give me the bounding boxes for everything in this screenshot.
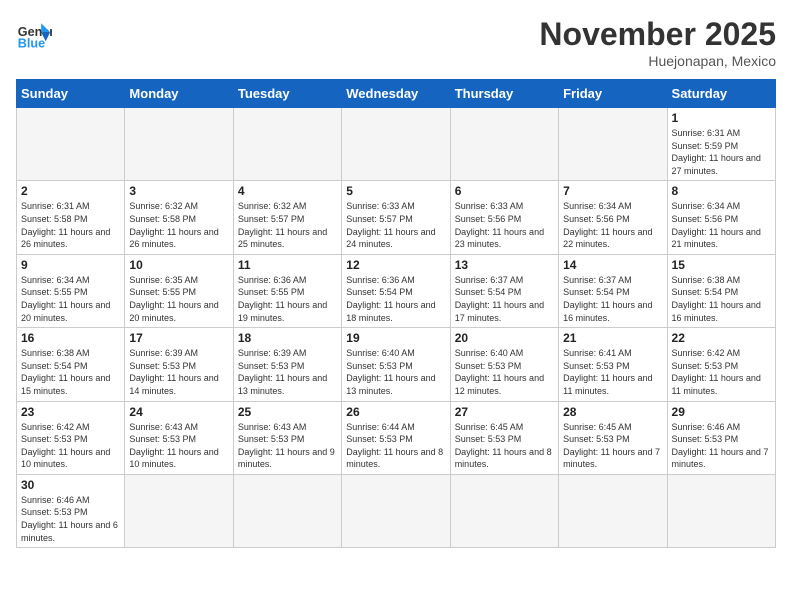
day-15: 15 Sunrise: 6:38 AM Sunset: 5:54 PM Dayl…: [667, 254, 775, 327]
logo: General Blue: [16, 16, 52, 52]
empty-cell: [559, 474, 667, 547]
day-1: 1 Sunrise: 6:31 AM Sunset: 5:59 PM Dayli…: [667, 108, 775, 181]
day-25: 25 Sunrise: 6:43 AM Sunset: 5:53 PM Dayl…: [233, 401, 341, 474]
day-17: 17 Sunrise: 6:39 AM Sunset: 5:53 PM Dayl…: [125, 328, 233, 401]
empty-cell: [559, 108, 667, 181]
col-friday: Friday: [559, 80, 667, 108]
day-22: 22 Sunrise: 6:42 AM Sunset: 5:53 PM Dayl…: [667, 328, 775, 401]
day-14: 14 Sunrise: 6:37 AM Sunset: 5:54 PM Dayl…: [559, 254, 667, 327]
calendar-row-6: 30 Sunrise: 6:46 AM Sunset: 5:53 PM Dayl…: [17, 474, 776, 547]
calendar-row-5: 23 Sunrise: 6:42 AM Sunset: 5:53 PM Dayl…: [17, 401, 776, 474]
day-28: 28 Sunrise: 6:45 AM Sunset: 5:53 PM Dayl…: [559, 401, 667, 474]
empty-cell: [450, 108, 558, 181]
calendar-row-4: 16 Sunrise: 6:38 AM Sunset: 5:54 PM Dayl…: [17, 328, 776, 401]
day-5: 5 Sunrise: 6:33 AM Sunset: 5:57 PM Dayli…: [342, 181, 450, 254]
logo-icon: General Blue: [16, 16, 52, 52]
empty-cell: [233, 474, 341, 547]
col-saturday: Saturday: [667, 80, 775, 108]
empty-cell: [125, 474, 233, 547]
day-19: 19 Sunrise: 6:40 AM Sunset: 5:53 PM Dayl…: [342, 328, 450, 401]
day-9: 9 Sunrise: 6:34 AM Sunset: 5:55 PM Dayli…: [17, 254, 125, 327]
day-13: 13 Sunrise: 6:37 AM Sunset: 5:54 PM Dayl…: [450, 254, 558, 327]
empty-cell: [667, 474, 775, 547]
weekday-header-row: Sunday Monday Tuesday Wednesday Thursday…: [17, 80, 776, 108]
col-wednesday: Wednesday: [342, 80, 450, 108]
col-tuesday: Tuesday: [233, 80, 341, 108]
day-27: 27 Sunrise: 6:45 AM Sunset: 5:53 PM Dayl…: [450, 401, 558, 474]
empty-cell: [125, 108, 233, 181]
day-29: 29 Sunrise: 6:46 AM Sunset: 5:53 PM Dayl…: [667, 401, 775, 474]
day-30: 30 Sunrise: 6:46 AM Sunset: 5:53 PM Dayl…: [17, 474, 125, 547]
col-sunday: Sunday: [17, 80, 125, 108]
empty-cell: [17, 108, 125, 181]
location: Huejonapan, Mexico: [539, 53, 776, 69]
page-header: General Blue November 2025 Huejonapan, M…: [16, 16, 776, 69]
empty-cell: [233, 108, 341, 181]
month-title: November 2025: [539, 16, 776, 53]
day-24: 24 Sunrise: 6:43 AM Sunset: 5:53 PM Dayl…: [125, 401, 233, 474]
day-21: 21 Sunrise: 6:41 AM Sunset: 5:53 PM Dayl…: [559, 328, 667, 401]
col-monday: Monday: [125, 80, 233, 108]
day-12: 12 Sunrise: 6:36 AM Sunset: 5:54 PM Dayl…: [342, 254, 450, 327]
day-16: 16 Sunrise: 6:38 AM Sunset: 5:54 PM Dayl…: [17, 328, 125, 401]
calendar-row-2: 2 Sunrise: 6:31 AM Sunset: 5:58 PM Dayli…: [17, 181, 776, 254]
day-10: 10 Sunrise: 6:35 AM Sunset: 5:55 PM Dayl…: [125, 254, 233, 327]
day-23: 23 Sunrise: 6:42 AM Sunset: 5:53 PM Dayl…: [17, 401, 125, 474]
calendar-row-1: 1 Sunrise: 6:31 AM Sunset: 5:59 PM Dayli…: [17, 108, 776, 181]
day-2: 2 Sunrise: 6:31 AM Sunset: 5:58 PM Dayli…: [17, 181, 125, 254]
svg-text:Blue: Blue: [18, 37, 45, 51]
day-6: 6 Sunrise: 6:33 AM Sunset: 5:56 PM Dayli…: [450, 181, 558, 254]
day-18: 18 Sunrise: 6:39 AM Sunset: 5:53 PM Dayl…: [233, 328, 341, 401]
day-3: 3 Sunrise: 6:32 AM Sunset: 5:58 PM Dayli…: [125, 181, 233, 254]
day-11: 11 Sunrise: 6:36 AM Sunset: 5:55 PM Dayl…: [233, 254, 341, 327]
empty-cell: [450, 474, 558, 547]
col-thursday: Thursday: [450, 80, 558, 108]
day-8: 8 Sunrise: 6:34 AM Sunset: 5:56 PM Dayli…: [667, 181, 775, 254]
empty-cell: [342, 474, 450, 547]
empty-cell: [342, 108, 450, 181]
day-26: 26 Sunrise: 6:44 AM Sunset: 5:53 PM Dayl…: [342, 401, 450, 474]
title-block: November 2025 Huejonapan, Mexico: [539, 16, 776, 69]
day-4: 4 Sunrise: 6:32 AM Sunset: 5:57 PM Dayli…: [233, 181, 341, 254]
calendar-row-3: 9 Sunrise: 6:34 AM Sunset: 5:55 PM Dayli…: [17, 254, 776, 327]
day-7: 7 Sunrise: 6:34 AM Sunset: 5:56 PM Dayli…: [559, 181, 667, 254]
calendar-table: Sunday Monday Tuesday Wednesday Thursday…: [16, 79, 776, 548]
day-20: 20 Sunrise: 6:40 AM Sunset: 5:53 PM Dayl…: [450, 328, 558, 401]
